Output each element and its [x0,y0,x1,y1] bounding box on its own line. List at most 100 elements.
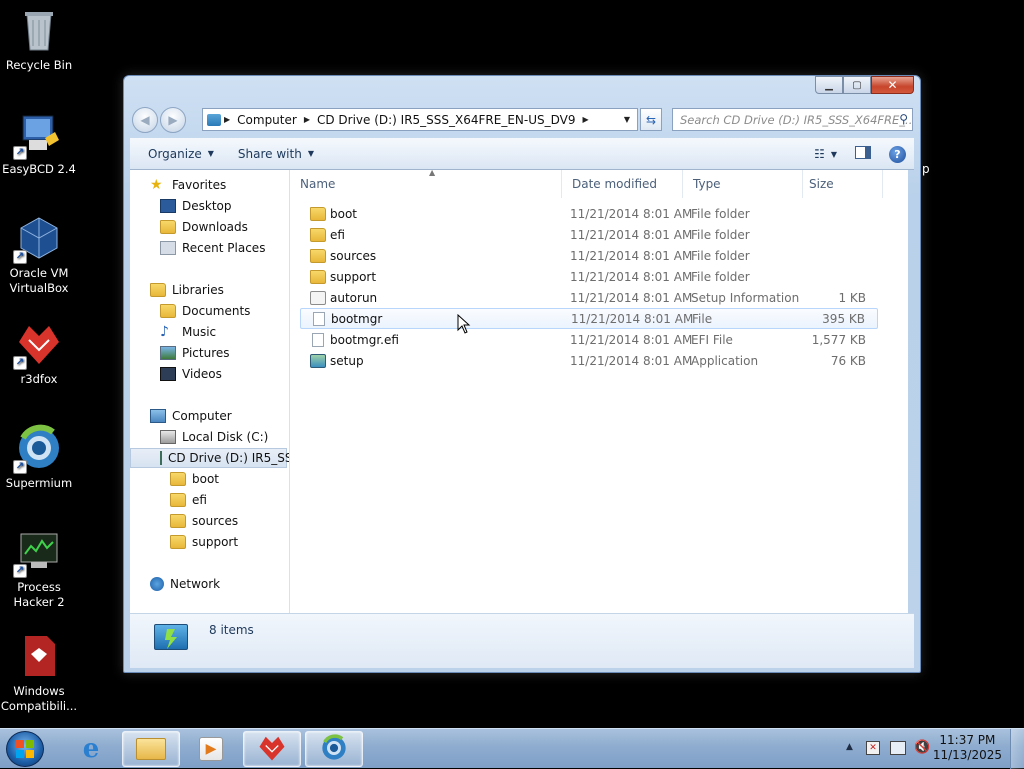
desktop-icon-label: Recycle Bin [5,58,73,72]
search-input[interactable]: Search CD Drive (D:) IR5_SSS_X64FRE_... … [672,108,913,131]
file-date: 11/21/2014 8:01 AM [570,332,693,347]
show-desktop-button[interactable] [1010,729,1024,769]
nav-recent-places[interactable]: Recent Places [160,238,265,258]
nav-label: boot [192,472,220,486]
column-header-type[interactable]: Type [683,170,803,198]
back-button[interactable]: ◀ [132,107,158,133]
windows-compat-icon [15,632,63,680]
desktop-icon-process-hacker[interactable]: ↗ Process Hacker 2 [0,528,78,610]
address-bar[interactable]: ▶ Computer ▶ CD Drive (D:) IR5_SSS_X64FR… [202,108,638,131]
file-row[interactable]: setup 11/21/2014 8:01 AM Application 76 KB [300,350,878,371]
desktop-icon-label: Oracle VM VirtualBox [9,266,69,295]
share-with-button[interactable]: Share with ▼ [232,147,320,161]
minimize-button[interactable]: ▁ [815,76,843,94]
nav-folder-efi[interactable]: efi [170,490,207,510]
nav-network[interactable]: Network [150,574,220,594]
desktop-icon-easybcd[interactable]: ↗ EasyBCD 2.4 [0,110,78,177]
nav-label: Libraries [172,283,224,297]
desktop-icon-windows-compat[interactable]: Windows Compatibili... [0,632,78,714]
file-row[interactable]: bootmgr 11/21/2014 8:01 AM File 395 KB [300,308,878,329]
file-row[interactable]: boot 11/21/2014 8:01 AM File folder [300,203,878,224]
documents-icon [160,304,176,318]
action-center-icon[interactable]: ✕ [866,741,880,755]
file-date: 11/21/2014 8:01 AM [570,248,693,263]
desktop-icon [160,199,176,213]
file-type: Application [691,353,759,368]
file-row[interactable]: bootmgr.efi 11/21/2014 8:01 AM EFI File 1,5… [300,329,878,350]
show-hidden-icons-button[interactable]: ▲ [846,742,853,752]
address-dropdown-icon[interactable]: ▼ [617,109,637,130]
file-name: boot [330,206,358,221]
taskbar-windows-explorer[interactable] [122,731,180,767]
nav-favorites[interactable]: ★ Favorites [150,175,226,195]
nav-libraries[interactable]: Libraries [150,280,224,300]
desktop-icon-supermium[interactable]: ↗ Supermium [0,424,78,491]
preview-pane-button[interactable] [855,146,871,162]
taskbar: e ▶ ▲ ✕ 🔇 11:37 PM 11/13/2025 [0,728,1024,769]
clock[interactable]: 11:37 PM 11/13/2025 [933,733,1002,763]
nav-pictures[interactable]: Pictures [160,343,230,363]
search-placeholder: Search CD Drive (D:) IR5_SSS_X64FRE_... [680,113,913,127]
file-type: File [692,311,713,326]
taskbar-supermium[interactable] [305,731,363,767]
chevron-down-icon: ▼ [830,149,837,159]
taskbar-media-player[interactable]: ▶ [182,731,240,767]
volume-muted-icon[interactable]: 🔇 [914,740,930,755]
desktop-icon-recycle-bin[interactable]: Recycle Bin [0,6,78,73]
breadcrumb-separator-icon[interactable]: ▶ [301,115,313,124]
file-row[interactable]: support 11/21/2014 8:01 AM File folder [300,266,878,287]
taskbar-r3dfox[interactable] [243,731,301,767]
nav-videos[interactable]: Videos [160,364,222,384]
nav-computer[interactable]: Computer [150,406,232,426]
cd-drive-icon [160,451,162,465]
forward-button[interactable]: ▶ [160,107,186,133]
nav-folder-boot[interactable]: boot [170,469,219,489]
nav-label: CD Drive (D:) IR5_SSS [168,451,290,465]
nav-music[interactable]: ♪ Music [160,322,216,342]
nav-folder-support[interactable]: support [170,532,238,552]
desktop-icon-r3dfox[interactable]: ↗ r3dfox [0,320,78,387]
search-icon[interactable]: ⚲ [899,112,908,126]
file-size: 1 KB [838,290,866,305]
file-size: 395 KB [822,311,865,326]
file-type: Setup Information [691,290,800,305]
file-date: 11/21/2014 8:01 AM [570,353,693,368]
network-tray-icon[interactable] [890,741,906,755]
column-header-date[interactable]: Date modified [562,170,683,198]
hard-disk-icon [160,430,176,444]
file-name: efi [330,227,345,242]
shortcut-arrow-icon: ↗ [13,146,27,160]
nav-folder-sources[interactable]: sources [170,511,238,531]
nav-cd-drive[interactable]: CD Drive (D:) IR5_SSS [130,448,290,468]
breadcrumb-cd-drive[interactable]: CD Drive (D:) IR5_SSS_X64FRE_EN-US_DV9 [313,113,580,127]
view-options-button[interactable]: ☷ ▼ [814,147,837,161]
nav-label: Documents [182,304,251,318]
taskbar-internet-explorer[interactable]: e [62,731,120,767]
close-button[interactable]: ✕ [871,76,914,94]
nav-desktop[interactable]: Desktop [160,196,232,216]
refresh-button[interactable]: ⇆ [640,108,662,131]
file-date: 11/21/2014 8:01 AM [570,269,693,284]
nav-documents[interactable]: Documents [160,301,250,321]
nav-label: sources [192,514,239,528]
file-row[interactable]: efi 11/21/2014 8:01 AM File folder [300,224,878,245]
file-row[interactable]: sources 11/21/2014 8:01 AM File folder [300,245,878,266]
nav-downloads[interactable]: Downloads [160,217,248,237]
maximize-button[interactable]: ▢ [843,76,871,94]
column-header-name[interactable]: Name ▲ [290,170,562,198]
file-row[interactable]: autorun 11/21/2014 8:01 AM Setup Informati… [300,287,878,308]
refresh-icon: ⇆ [645,112,657,127]
start-button[interactable] [6,731,44,767]
breadcrumb-separator-icon[interactable]: ▶ [221,115,233,124]
organize-button[interactable]: Organize ▼ [142,147,220,161]
file-list: Name ▲ Date modified Type Size boot 11/21/… [290,170,908,613]
file-name: bootmgr.efi [330,332,399,347]
supermium-icon: ↗ [13,424,63,474]
desktop-icon-virtualbox[interactable]: ↗ Oracle VM VirtualBox [0,214,78,296]
breadcrumb-separator-icon[interactable]: ▶ [580,115,592,124]
help-button[interactable]: ? [889,145,906,163]
breadcrumb-computer[interactable]: Computer [233,113,301,127]
nav-local-disk[interactable]: Local Disk (C:) [160,427,268,447]
view-details-icon: ☷ [814,147,825,161]
column-header-size[interactable]: Size [803,170,883,198]
